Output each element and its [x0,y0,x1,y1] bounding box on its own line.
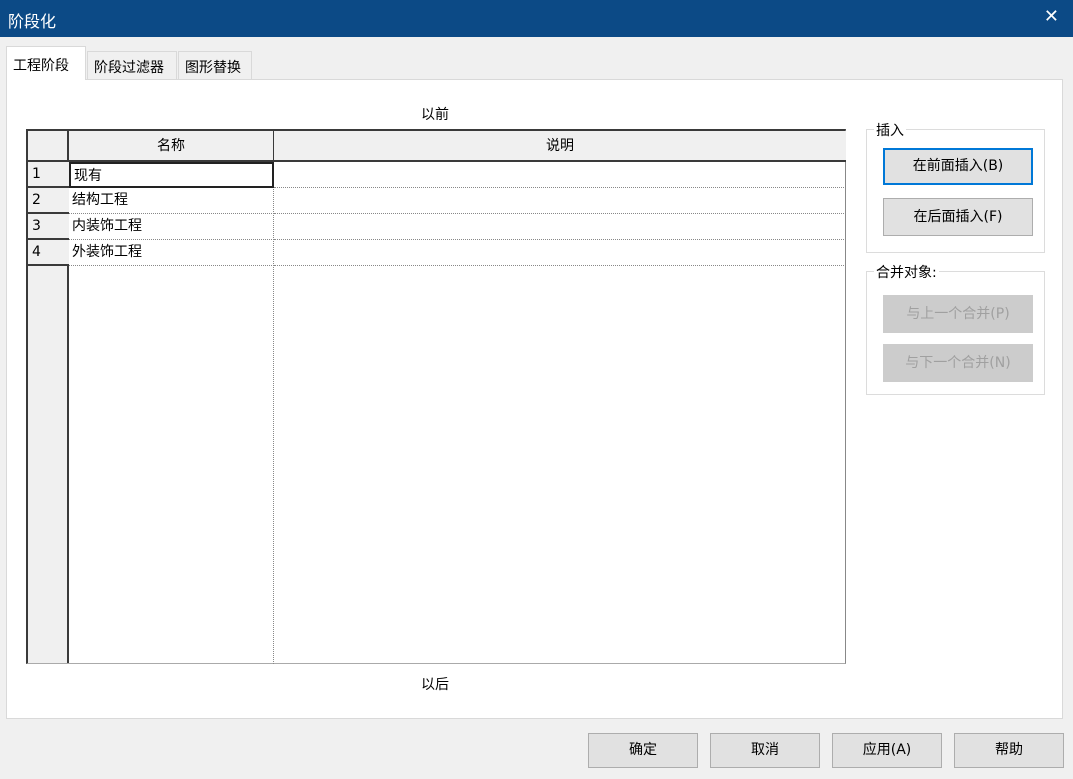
insert-group-label: 插入 [874,120,906,140]
corner-cell [28,131,69,162]
description-cell[interactable] [274,162,846,188]
description-cell[interactable] [274,214,846,240]
insert-before-button[interactable]: 在前面插入(B) [883,148,1033,185]
table-row[interactable]: 2 结构工程 [28,188,846,214]
apply-button[interactable]: 应用(A) [832,733,942,768]
after-label: 以后 [421,677,449,693]
tab-project-phases[interactable]: 工程阶段 [6,46,86,80]
help-button[interactable]: 帮助 [954,733,1064,768]
row-number: 3 [28,214,69,240]
name-cell[interactable]: 内装饰工程 [69,214,274,240]
column-header-description[interactable]: 说明 [274,131,846,162]
name-cell[interactable]: 现有 [69,162,274,188]
row-number: 2 [28,188,69,214]
before-label: 以前 [421,107,449,123]
tab-graphic-overrides[interactable]: 图形替换 [178,51,252,79]
table-row[interactable]: 4 外装饰工程 [28,240,846,266]
name-cell[interactable]: 结构工程 [69,188,274,214]
merge-group-label: 合并对象: [874,262,939,282]
tab-phase-filters[interactable]: 阶段过滤器 [87,51,177,79]
description-cell[interactable] [274,240,846,266]
window-title: 阶段化 [8,12,57,31]
ok-button[interactable]: 确定 [588,733,698,768]
phases-table: 名称 说明 1 现有 2 结构工程 3 内装饰工程 4 外装饰工程 [26,129,846,664]
row-number: 1 [28,162,69,188]
title-bar: 阶段化 ✕ [0,0,1073,37]
column-header-name[interactable]: 名称 [69,131,274,162]
cancel-button[interactable]: 取消 [710,733,820,768]
merge-previous-button[interactable]: 与上一个合并(P) [883,295,1033,333]
description-cell[interactable] [274,188,846,214]
merge-next-button[interactable]: 与下一个合并(N) [883,344,1033,382]
row-number: 4 [28,240,69,266]
insert-after-button[interactable]: 在后面插入(F) [883,198,1033,236]
table-row[interactable]: 1 现有 [28,162,846,188]
name-cell[interactable]: 外装饰工程 [69,240,274,266]
close-icon[interactable]: ✕ [1044,6,1059,27]
table-row[interactable]: 3 内装饰工程 [28,214,846,240]
